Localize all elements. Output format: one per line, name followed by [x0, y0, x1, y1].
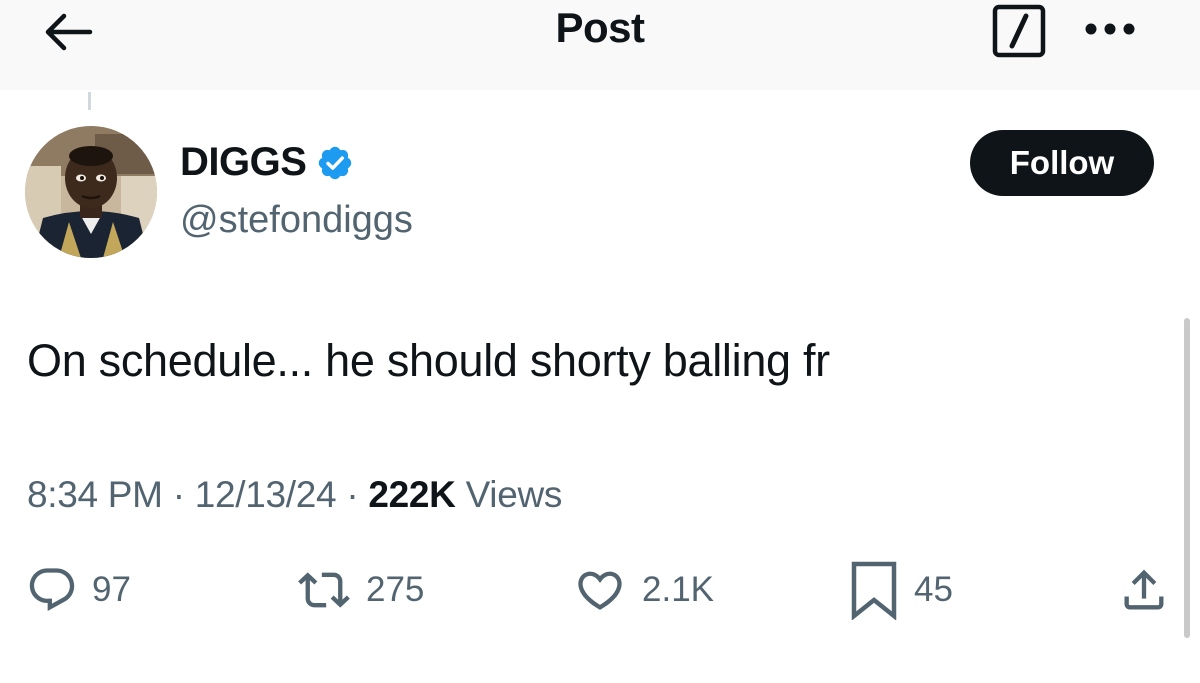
- meta-separator: ·: [172, 474, 185, 515]
- author-display-name[interactable]: DIGGS: [180, 140, 354, 185]
- like-count: 2.1K: [642, 570, 714, 609]
- repost-arrows-icon: [298, 572, 350, 608]
- heart-icon: [578, 571, 622, 610]
- reply-button[interactable]: 97: [26, 560, 131, 620]
- meta-separator: ·: [346, 474, 359, 515]
- post-text: On schedule... he should shorty balling …: [27, 335, 830, 386]
- repost-count: 275: [366, 570, 425, 609]
- views-count: 222K: [368, 474, 456, 515]
- bookmark-count: 45: [914, 570, 953, 609]
- top-bar: Post: [0, 0, 1200, 90]
- post-actions-bar: 97 275 2.1K 45: [0, 560, 1200, 620]
- more-options-button[interactable]: [1080, 14, 1140, 44]
- compose-slash-icon: [992, 4, 1046, 58]
- reply-count: 97: [92, 570, 131, 609]
- post-metadata: 8:34 PM · 12/13/24 · 222K Views: [27, 474, 562, 516]
- post-time[interactable]: 8:34 PM: [27, 474, 163, 515]
- verified-badge-icon: [316, 144, 354, 182]
- like-button[interactable]: 2.1K: [572, 560, 714, 620]
- more-dots-icon: [1085, 23, 1135, 35]
- bookmark-button[interactable]: 45: [848, 560, 953, 620]
- repost-button[interactable]: 275: [296, 560, 424, 620]
- thread-connector-line: [88, 92, 91, 110]
- follow-button[interactable]: Follow: [970, 130, 1154, 196]
- display-name-text: DIGGS: [180, 140, 307, 184]
- reply-bubble-icon: [29, 568, 75, 612]
- scrollbar[interactable]: [1184, 318, 1190, 638]
- bookmark-icon: [851, 561, 897, 620]
- avatar-image: [25, 126, 157, 258]
- post-date[interactable]: 12/13/24: [195, 474, 337, 515]
- author-handle[interactable]: @stefondiggs: [180, 199, 413, 242]
- compose-button[interactable]: [990, 4, 1048, 58]
- avatar[interactable]: [25, 126, 157, 258]
- share-button[interactable]: [1118, 560, 1170, 620]
- share-upload-icon: [1124, 569, 1164, 610]
- views-label: Views: [465, 474, 563, 515]
